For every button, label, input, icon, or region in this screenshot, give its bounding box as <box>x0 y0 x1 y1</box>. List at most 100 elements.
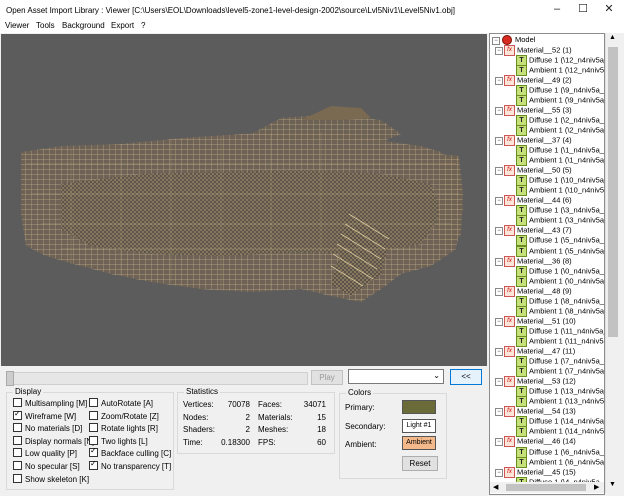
maximize-button[interactable]: ☐ <box>570 1 596 17</box>
tree-texture-item[interactable]: TDiffuse 1 (\5_n4niv5a_moq <box>516 235 604 247</box>
checkbox[interactable] <box>89 423 98 433</box>
checkbox[interactable] <box>13 409 22 420</box>
display-option[interactable]: Low quality [P] <box>13 448 77 458</box>
scene-tree[interactable]: − Model − fx Material__52 (1) T Diffuse 1 (\12… <box>489 33 605 495</box>
tree-texture-item[interactable]: TAmbient 1 (\7_n4niv5a_mac <box>516 366 604 378</box>
checkbox[interactable] <box>13 435 22 445</box>
scroll-right-icon[interactable]: ▶ <box>594 483 599 491</box>
menu-help[interactable]: ? <box>141 21 145 30</box>
tree-vertical-scroll-thumb[interactable] <box>608 47 618 337</box>
tree-texture-item[interactable]: TAmbient 1 (\9_n4niv5a_grds <box>516 94 604 106</box>
tree-texture-item[interactable]: TDiffuse 1 (\14_n4niv5a_cou <box>516 416 604 428</box>
checkbox[interactable] <box>89 459 98 470</box>
collapse-icon[interactable]: − <box>495 468 503 477</box>
collapse-icon[interactable]: − <box>495 167 503 176</box>
tree-texture-item[interactable]: TAmbient 1 (\14_n4niv5a_cou <box>516 426 604 438</box>
collapse-icon[interactable]: − <box>495 317 503 326</box>
tree-material-item[interactable]: fx Material__36 (8) <box>504 255 572 267</box>
tree-vertical-scrollbar[interactable]: ▲ ▼ <box>605 33 620 493</box>
tree-texture-item[interactable]: TAmbient 1 (\10_n4niv5a_ele <box>516 185 604 197</box>
tree-texture-item[interactable]: TAmbient 1 (\11_n4niv5a_ma <box>516 335 604 347</box>
tree-material-item[interactable]: fx Material__54 (13) <box>504 406 576 418</box>
tree-texture-item[interactable]: TDiffuse 1 (\6_n4niv5a_mur <box>516 446 604 458</box>
collapse-icon[interactable]: − <box>495 46 503 55</box>
tree-material-item[interactable]: fx Material__51 (10) <box>504 315 576 327</box>
play-button[interactable]: Play <box>311 370 343 385</box>
tree-texture-item[interactable]: TAmbient 1 (\2_n4niv5a_sol_ <box>516 124 604 136</box>
checkbox[interactable] <box>13 448 22 458</box>
tree-texture-item[interactable]: TAmbient 1 (\1_n4niv5a_mur_ <box>516 155 604 167</box>
tree-material-item[interactable]: fx Material__53 (12) <box>504 376 576 388</box>
menu-tools[interactable]: Tools <box>36 21 55 30</box>
tree-horizontal-scroll-thumb[interactable] <box>506 484 586 491</box>
display-option[interactable]: Wireframe [W] <box>13 409 76 421</box>
collapse-icon[interactable]: − <box>495 197 503 206</box>
tree-texture-item[interactable]: TAmbient 1 (\6_n4niv5a_mur <box>516 456 604 468</box>
tree-root[interactable]: Model <box>492 35 535 46</box>
checkbox[interactable] <box>89 446 98 458</box>
menu-background[interactable]: Background <box>62 21 105 30</box>
tree-material-item[interactable]: fx Material__55 (3) <box>504 104 572 116</box>
checkbox[interactable] <box>89 410 98 420</box>
collapse-icon[interactable]: − <box>495 136 503 145</box>
tree-texture-item[interactable]: TDiffuse 1 (\2_n4niv5a_sol_ <box>516 114 604 126</box>
menu-export[interactable]: Export <box>111 21 134 30</box>
tree-material-item[interactable]: fx Material__52 (1) <box>504 44 572 56</box>
collapse-panel-button[interactable]: << <box>450 369 482 385</box>
tree-texture-item[interactable]: TDiffuse 1 (\1_n4niv5a_mur_ <box>516 145 604 156</box>
scroll-down-icon[interactable]: ▼ <box>609 481 616 488</box>
collapse-icon[interactable]: − <box>495 408 503 417</box>
display-option[interactable]: AutoRotate [A] <box>89 398 153 408</box>
tree-texture-item[interactable]: TAmbient 1 (\3_n4niv5a_bure <box>516 215 604 227</box>
tree-texture-item[interactable]: TDiffuse 1 (\8_n4niv5a_usine <box>516 295 604 307</box>
tree-material-item[interactable]: fx Material__45 (15) <box>504 466 576 478</box>
ambient-color-swatch[interactable]: Ambient <box>402 436 436 450</box>
minimize-button[interactable]: – <box>544 1 570 17</box>
collapse-icon[interactable]: − <box>495 287 503 296</box>
animation-select[interactable]: ⌄ <box>348 369 444 384</box>
checkbox[interactable] <box>89 398 98 407</box>
tree-material-item[interactable]: fx Material__48 (9) <box>504 285 572 297</box>
tree-texture-item[interactable]: TAmbient 1 (\12_n4niv5a_test <box>516 64 604 76</box>
secondary-color-swatch[interactable]: Light #1 <box>402 419 436 433</box>
display-option[interactable]: No transparency [T] <box>89 459 171 471</box>
tree-material-item[interactable]: fx Material__37 (4) <box>504 134 572 146</box>
scroll-up-icon[interactable]: ▲ <box>609 34 616 41</box>
tree-texture-item[interactable]: TAmbient 1 (\13_n4niv5a_tes <box>516 396 604 408</box>
tree-horizontal-scrollbar[interactable]: ◀ ▶ <box>490 482 604 493</box>
checkbox[interactable] <box>13 398 22 407</box>
display-option[interactable]: Zoom/Rotate [Z] <box>89 410 159 421</box>
collapse-icon[interactable]: − <box>495 378 503 387</box>
animation-slider[interactable] <box>6 372 308 385</box>
collapse-icon[interactable]: − <box>495 438 503 447</box>
collapse-icon[interactable]: − <box>495 348 503 356</box>
collapse-icon[interactable]: − <box>495 227 503 236</box>
tree-texture-item[interactable]: TDiffuse 1 (\13_n4niv5a_tes <box>516 386 604 398</box>
collapse-icon[interactable]: − <box>495 106 503 115</box>
display-option[interactable]: Rotate lights [R] <box>89 423 158 433</box>
tree-texture-item[interactable]: TDiffuse 1 (\11_n4niv5a_ma <box>516 325 604 337</box>
tree-texture-item[interactable]: TDiffuse 1 (\9_n4niv5a_grds <box>516 84 604 96</box>
display-option[interactable]: Multisampling [M] <box>13 398 87 408</box>
animation-slider-thumb[interactable] <box>6 371 14 386</box>
display-option[interactable]: Two lights [L] <box>89 435 148 446</box>
display-option[interactable]: No specular [S] <box>13 461 80 471</box>
close-button[interactable]: ✕ <box>596 1 622 17</box>
tree-texture-item[interactable]: TDiffuse 1 (\3_n4niv5a_bure <box>516 205 604 217</box>
tree-material-item[interactable]: fx Material__43 (7) <box>504 225 572 237</box>
tree-texture-item[interactable]: TDiffuse 1 (\0_n4niv5a_sol.p <box>516 265 604 277</box>
tree-texture-item[interactable]: TAmbient 1 (\8_n4niv5a_usin <box>516 305 604 317</box>
collapse-icon[interactable]: − <box>495 76 503 85</box>
tree-texture-item[interactable]: TAmbient 1 (\5_n4niv5a_moq <box>516 245 604 257</box>
display-option[interactable]: Backface culling [C] <box>89 446 171 458</box>
tree-material-item[interactable]: fx Material__49 (2) <box>504 74 572 86</box>
checkbox[interactable] <box>13 461 22 470</box>
tree-texture-item[interactable]: TDiffuse 1 (\10_n4niv5a_ele <box>516 175 604 187</box>
tree-material-item[interactable]: fx Material__46 (14) <box>504 436 576 448</box>
tree-texture-item[interactable]: TDiffuse 1 (\7_n4niv5a_mach <box>516 356 604 368</box>
display-option[interactable]: Display normals [N] <box>13 435 94 446</box>
display-option[interactable]: Show skeleton [K] <box>13 473 89 484</box>
tree-material-item[interactable]: fx Material__47 (11) <box>504 346 575 357</box>
primary-color-swatch[interactable] <box>402 400 436 414</box>
checkbox[interactable] <box>13 473 22 483</box>
